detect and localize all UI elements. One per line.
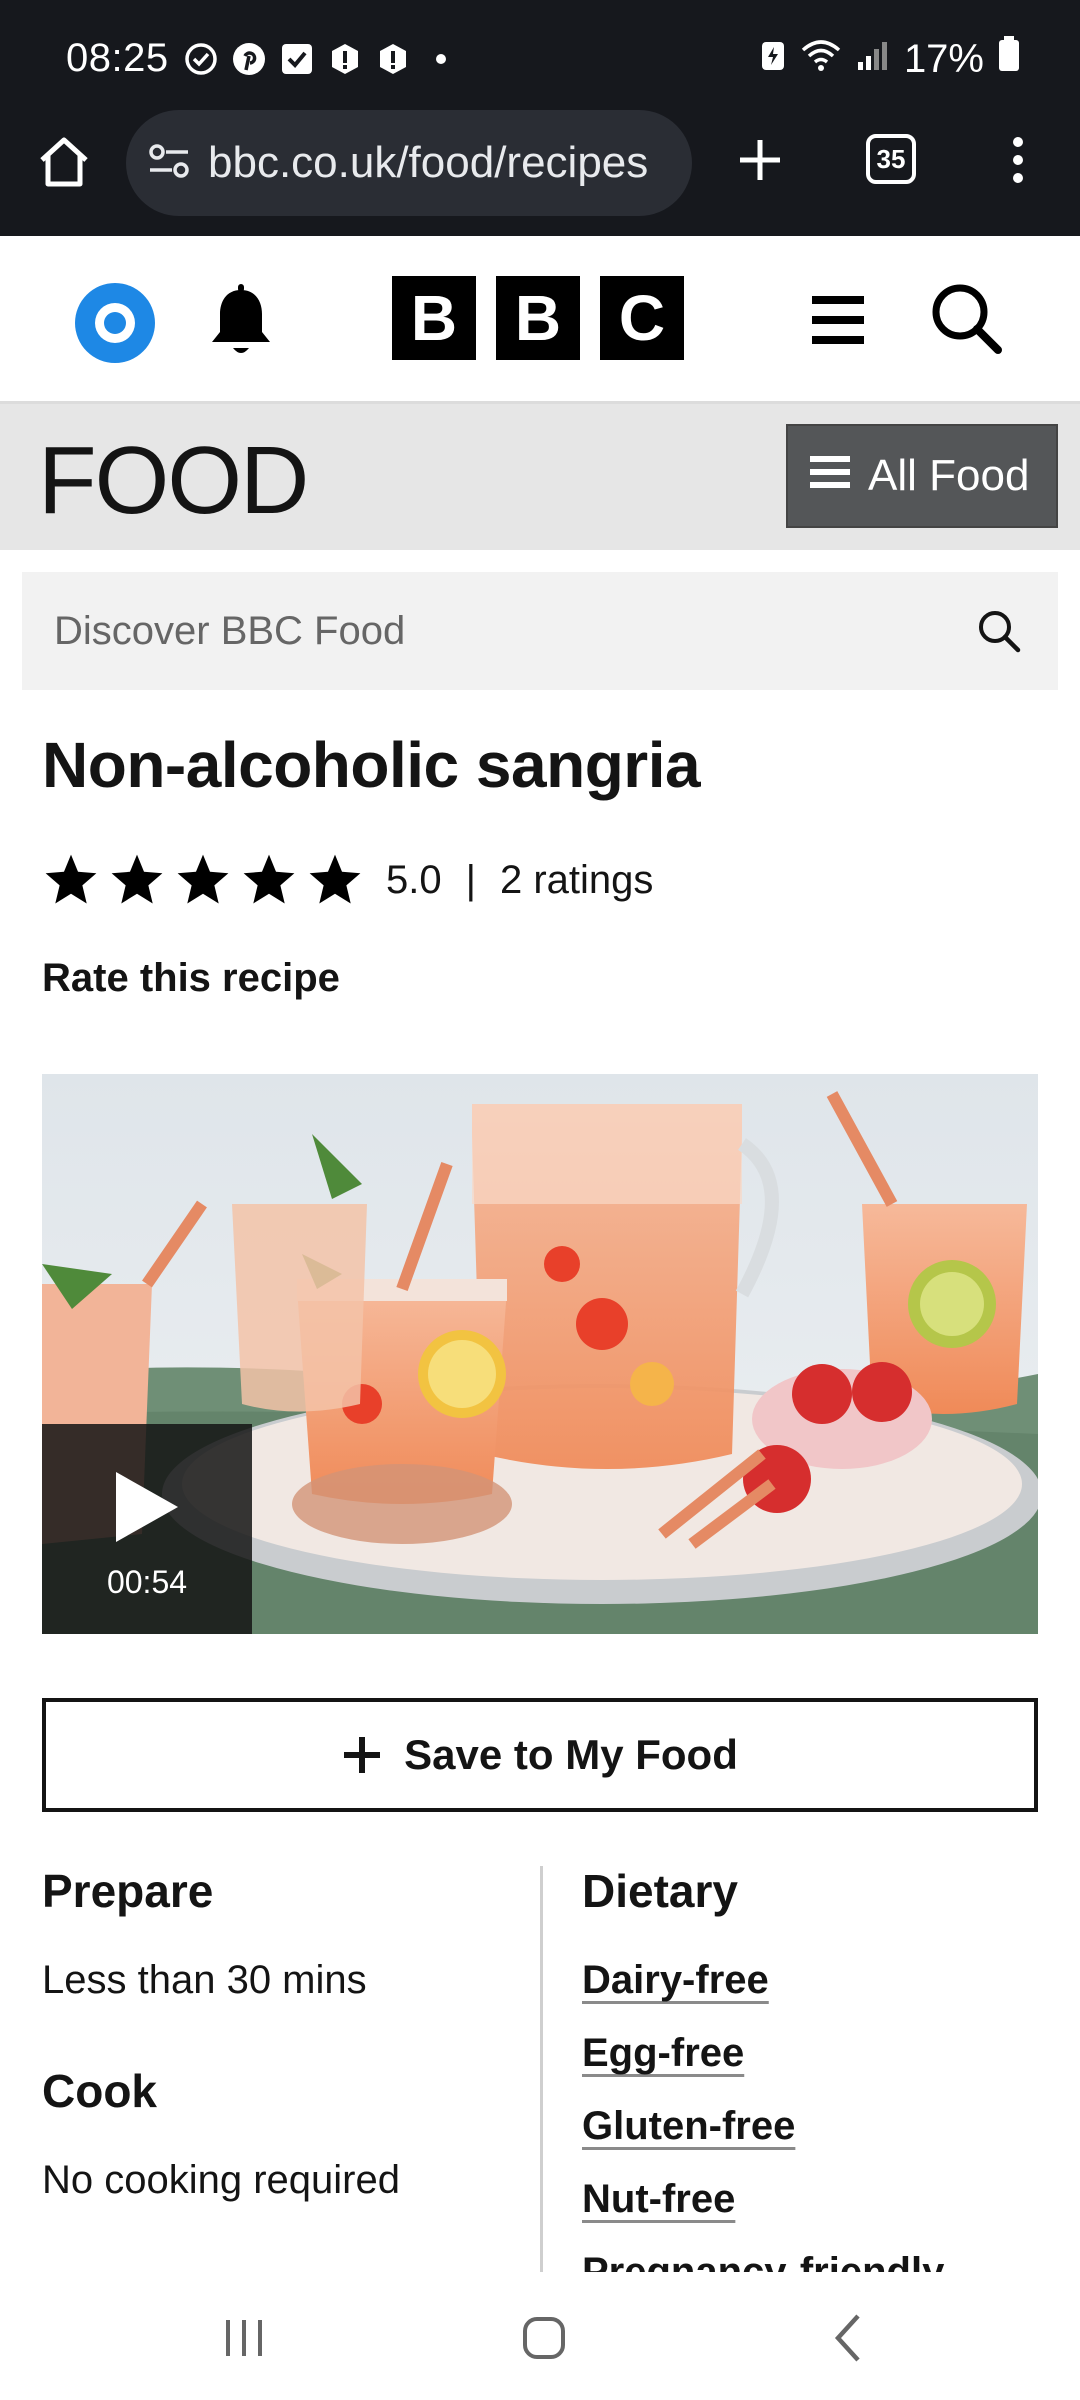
star-rating [42,851,364,909]
checkbox-icon [280,42,314,76]
status-time: 08:25 [66,36,169,80]
star-icon [309,854,361,904]
url-text: bbc.co.uk/food/recipes [208,138,649,187]
dietary-item: Egg-free [582,2031,944,2104]
status-right: 17% [760,36,1020,82]
browser-toolbar: bbc.co.uk/food/recipes 35 [0,110,1080,236]
hamburger-icon [810,451,850,501]
home-nav-icon[interactable] [520,2314,568,2362]
rating-count: 2 ratings [500,857,654,902]
rating-separator: | [465,857,476,902]
dietary-link-nut-free[interactable]: Nut-free [582,2177,735,2221]
recipe-title: Non-alcoholic sangria [42,729,701,801]
video-play-overlay[interactable]: 00:54 [42,1424,252,1634]
alert-icon [376,42,410,76]
search-icon[interactable] [928,280,1004,356]
all-food-label: All Food [868,451,1030,500]
search-submit-icon[interactable] [976,608,1022,654]
dietary-item: Nut-free [582,2177,944,2250]
dietary-link-dairy-free[interactable]: Dairy-free [582,1958,769,2002]
search-bar [22,572,1058,690]
bbc-header: B B C [0,236,1080,404]
bbc-logo[interactable]: B B C [392,276,684,360]
food-section-title[interactable]: FOOD [38,426,309,536]
prepare-value: Less than 30 mins [42,1958,367,2002]
dietary-link-egg-free[interactable]: Egg-free [582,2031,744,2075]
cook-value: No cooking required [42,2158,400,2202]
new-tab-icon[interactable] [730,130,790,190]
food-section-bar: FOOD All Food [0,404,1080,550]
dietary-list: Dairy-free Egg-free Gluten-free Nut-free… [582,1958,944,2323]
dietary-item: Dairy-free [582,1958,944,2031]
system-navigation-bar [0,2272,1080,2400]
battery-percent: 17% [903,36,984,81]
signal-icon [856,37,890,82]
cook-heading: Cook [42,2065,157,2117]
search-input[interactable] [54,608,954,654]
tab-switcher-button[interactable]: 35 [866,134,916,184]
recipe-hero-image[interactable]: 00:54 [42,1074,1038,1634]
star-icon [177,854,229,904]
dietary-heading: Dietary [582,1865,738,1917]
wifi-icon [800,37,842,82]
battery-icon [998,36,1020,82]
menu-icon[interactable] [810,294,866,346]
bbc-logo-letter: C [600,276,684,360]
prepare-heading: Prepare [42,1865,214,1917]
account-icon[interactable] [74,282,156,364]
status-bar: 08:25 17% [0,0,1080,118]
rate-recipe-link[interactable]: Rate this recipe [42,956,340,1001]
dietary-item: Gluten-free [582,2104,944,2177]
star-icon [45,854,97,904]
save-to-my-food-button[interactable]: Save to My Food [42,1698,1038,1812]
battery-saver-icon [760,37,786,82]
check-circle-icon [184,42,218,76]
alert-icon [328,42,362,76]
notifications-bell-icon[interactable] [206,284,276,360]
rating-summary: 5.0 | 2 ratings [42,850,653,910]
all-food-button[interactable]: All Food [786,424,1058,528]
site-settings-icon[interactable] [148,143,190,184]
more-options-icon[interactable] [1000,130,1036,190]
back-icon[interactable] [830,2312,866,2364]
star-icon [111,854,163,904]
video-duration: 00:54 [106,1563,188,1600]
bbc-logo-letter: B [496,276,580,360]
rating-value: 5.0 [386,857,442,902]
dot-icon [424,42,458,76]
dietary-link-gluten-free[interactable]: Gluten-free [582,2104,795,2148]
column-divider [540,1866,543,2272]
save-button-label: Save to My Food [404,1731,738,1778]
pinterest-icon [232,42,266,76]
plus-icon [344,1737,381,1773]
recent-apps-icon[interactable] [222,2316,266,2360]
address-bar[interactable]: bbc.co.uk/food/recipes [126,110,692,216]
play-icon [116,1471,178,1542]
home-icon[interactable] [34,132,94,192]
notification-icons [184,42,458,76]
bbc-logo-letter: B [392,276,476,360]
star-icon [243,854,295,904]
